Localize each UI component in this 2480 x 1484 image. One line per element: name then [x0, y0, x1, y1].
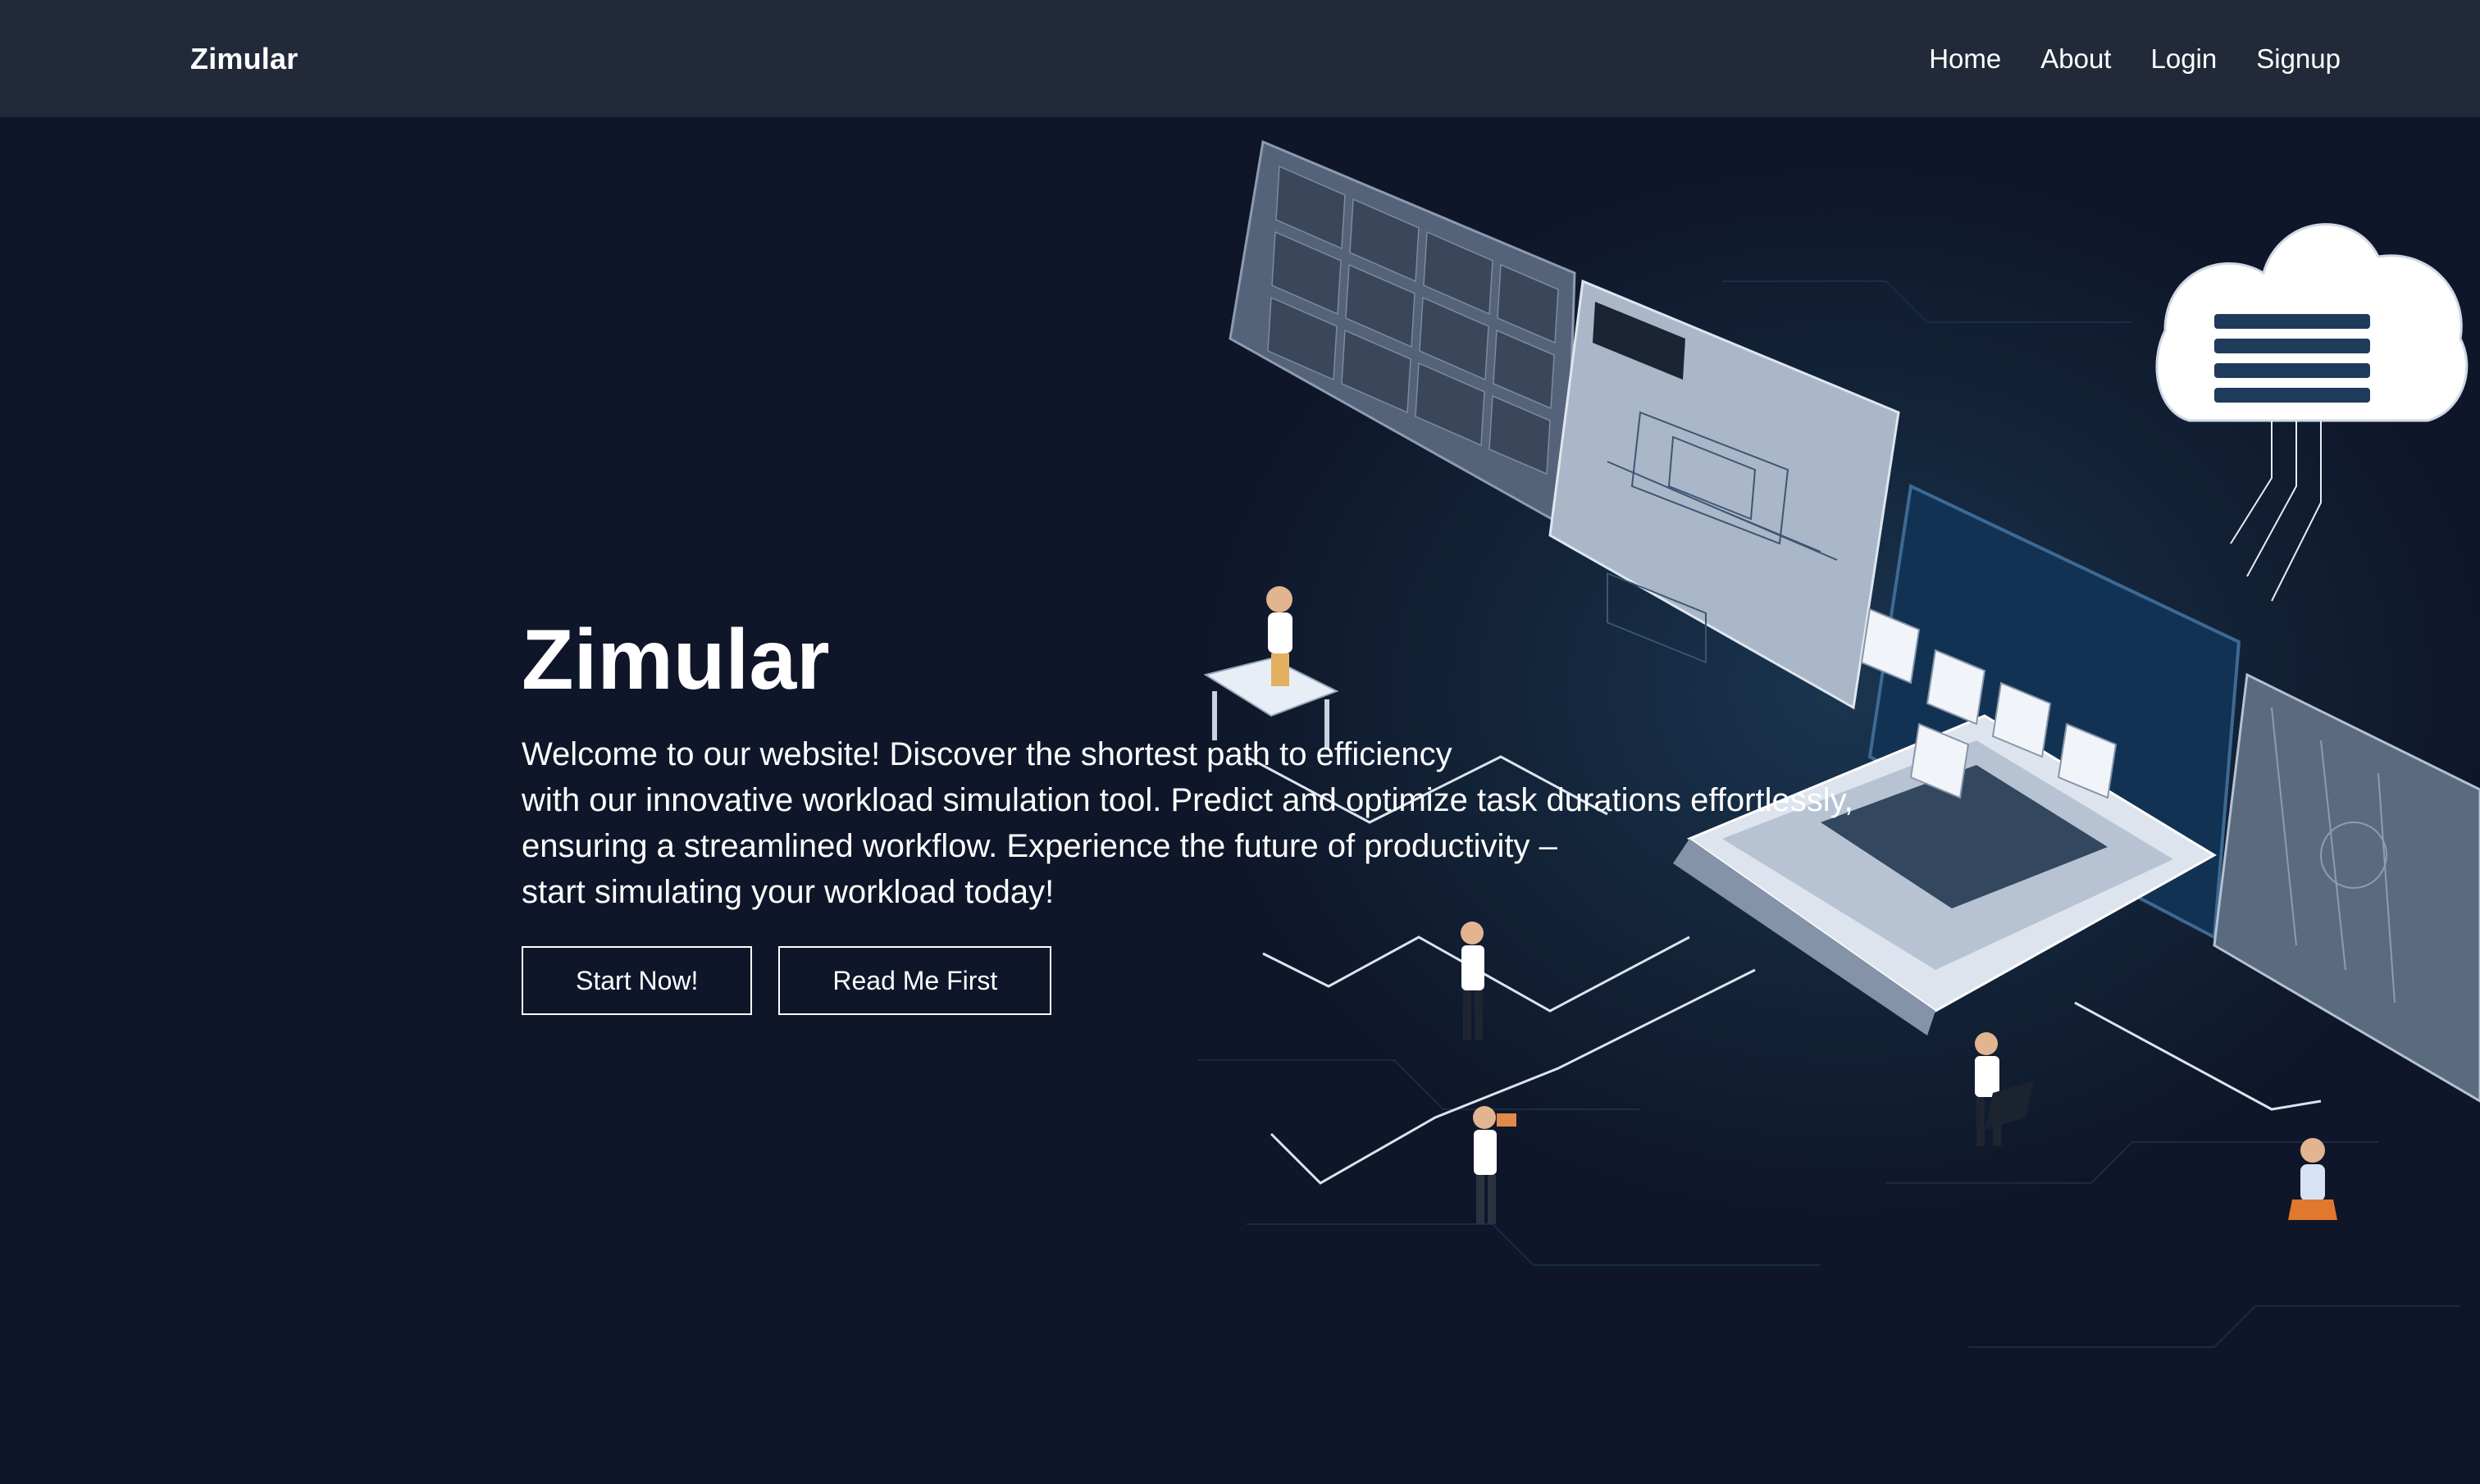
nav-link-about[interactable]: About — [2040, 43, 2111, 75]
person-standing-2 — [1473, 1106, 1516, 1224]
nav-link-signup[interactable]: Signup — [2256, 43, 2341, 75]
person-sitting-laptop — [1975, 1032, 2034, 1146]
factory-photo-screen — [2213, 672, 2480, 1103]
person-sitting-right — [2288, 1138, 2337, 1220]
nav-links: Home About Login Signup — [1929, 43, 2341, 75]
brand-logo[interactable]: Zimular — [190, 42, 298, 76]
hero-title: Zimular — [522, 612, 830, 708]
hero-description: Welcome to our website! Discover the sho… — [522, 736, 1853, 911]
top-navbar: Zimular Home About Login Signup — [0, 0, 2480, 117]
cloud-server-icon — [2155, 223, 2469, 602]
nav-link-home[interactable]: Home — [1929, 43, 2001, 75]
hero-section: Zimular Welcome to our website! Discover… — [0, 117, 2480, 1484]
read-me-first-button[interactable]: Read Me First — [778, 946, 1052, 1016]
control-panel-screen — [1229, 139, 1576, 530]
hero-content: Zimular Welcome to our website! Discover… — [522, 612, 2080, 1016]
nav-link-login[interactable]: Login — [2150, 43, 2217, 75]
hero-button-row: Start Now! Read Me First — [522, 946, 2080, 1016]
start-now-button[interactable]: Start Now! — [522, 946, 753, 1016]
